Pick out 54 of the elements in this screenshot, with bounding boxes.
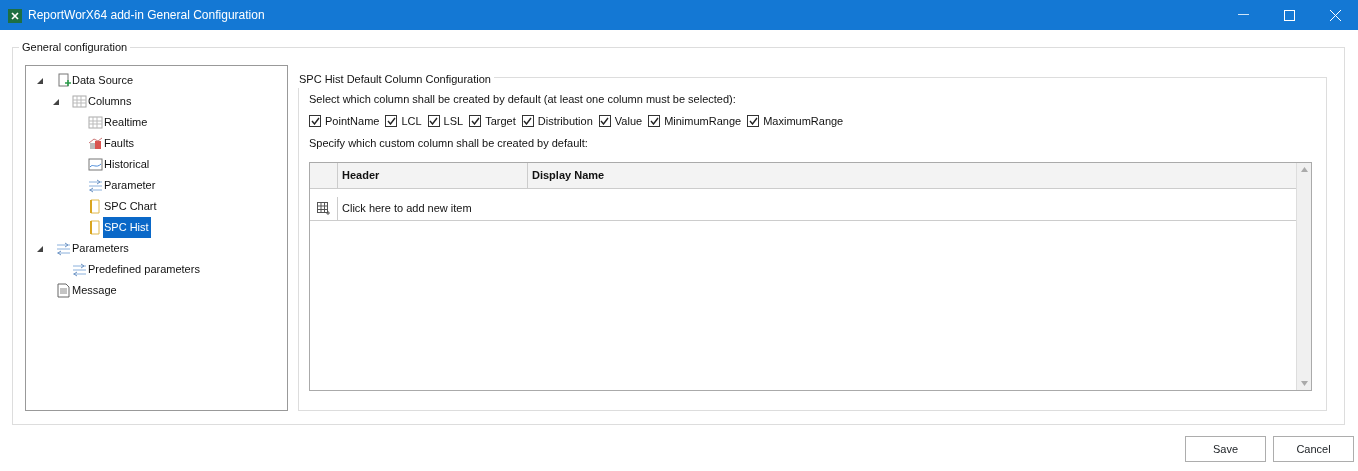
add-row-icon xyxy=(317,201,330,215)
checkbox-label: Value xyxy=(614,113,643,129)
checkbox[interactable] xyxy=(648,114,661,127)
maximize-icon xyxy=(1283,9,1295,21)
save-button[interactable]: Save xyxy=(1185,436,1266,462)
grid-icon xyxy=(72,94,87,109)
checkbox-label: MinimumRange xyxy=(664,113,742,129)
checkbox[interactable] xyxy=(598,114,611,127)
excel-icon xyxy=(8,6,22,24)
checkbox-label: Distribution xyxy=(537,113,593,129)
cancel-button[interactable]: Cancel xyxy=(1273,436,1354,462)
sliders-icon xyxy=(56,241,71,256)
tree-item[interactable]: Data Source xyxy=(71,70,136,91)
collapse-arrow-icon[interactable] xyxy=(37,245,43,252)
tree-item[interactable]: SPC Chart xyxy=(103,196,159,217)
checkbox[interactable] xyxy=(747,114,760,127)
collapse-arrow-icon[interactable] xyxy=(53,98,59,105)
tree-item[interactable]: SPC Hist xyxy=(103,217,151,238)
checkbox-label: LCL xyxy=(401,113,422,129)
checkbox[interactable] xyxy=(309,114,321,127)
tree-item[interactable]: Columns xyxy=(87,91,134,112)
document-plus-icon xyxy=(56,73,71,88)
column-header[interactable]: Header xyxy=(338,162,528,188)
sliders-icon xyxy=(72,262,87,277)
checkbox[interactable] xyxy=(521,114,534,127)
document-icon xyxy=(56,283,71,298)
prompt-text: Select which column shall be created by default (at least one column must be selected): xyxy=(309,92,737,107)
close-icon xyxy=(1329,9,1341,21)
checkbox-label: MaximumRange xyxy=(763,113,844,129)
checkbox[interactable] xyxy=(469,114,482,127)
checkbox-label: LSL xyxy=(443,113,464,129)
prompt-text: Specify which custom column shall be created by default: xyxy=(309,136,589,151)
tree-item[interactable]: Predefined parameters xyxy=(87,259,202,280)
document-icon xyxy=(88,199,103,214)
checkbox-label: PointName xyxy=(325,113,380,129)
tree-item[interactable]: Realtime xyxy=(103,112,150,133)
collapse-arrow-icon[interactable] xyxy=(37,77,43,84)
tree-item[interactable]: Parameters xyxy=(71,238,131,259)
minimize-icon xyxy=(1237,14,1249,16)
tree-item[interactable]: Historical xyxy=(103,154,152,175)
tree-item[interactable]: Message xyxy=(71,280,119,301)
document-icon xyxy=(88,220,103,235)
checkbox[interactable] xyxy=(385,114,398,127)
column-header[interactable]: Display Name xyxy=(528,162,1296,188)
checkbox[interactable] xyxy=(427,114,440,127)
sliders-icon xyxy=(88,178,103,193)
chart-icon xyxy=(88,136,103,151)
tree-item[interactable]: Faults xyxy=(103,133,136,154)
tree-item[interactable]: Parameter xyxy=(103,175,158,196)
new-item-row[interactable]: Click here to add new item xyxy=(338,196,472,220)
checkbox-label: Target xyxy=(485,113,516,129)
window-title: ReportWorX64 add-in General Configuration xyxy=(28,7,265,24)
grid-icon xyxy=(88,115,103,130)
line-chart-icon xyxy=(88,157,103,172)
